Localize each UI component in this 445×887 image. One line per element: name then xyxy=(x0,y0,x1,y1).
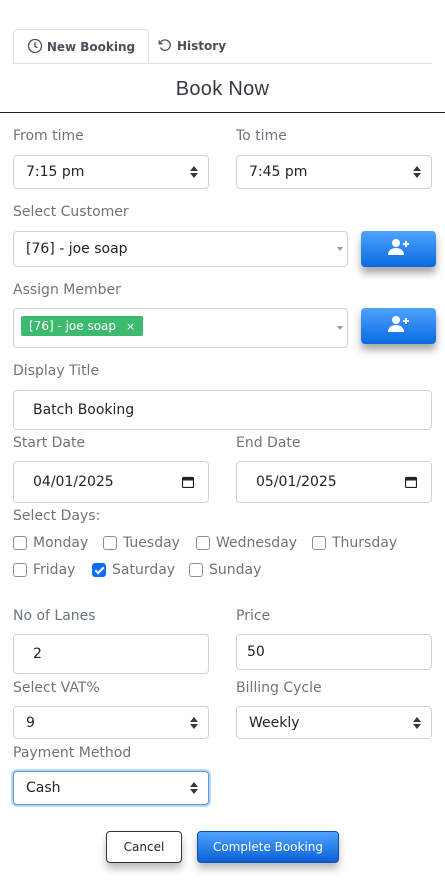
day-thursday-label: Thursday xyxy=(332,535,398,551)
billing-label: Billing Cycle xyxy=(236,680,322,696)
select-arrows-icon xyxy=(413,716,421,729)
days-label: Select Days: xyxy=(13,508,101,524)
add-user-icon xyxy=(387,238,410,260)
start-date-input[interactable]: 04/01/2025 xyxy=(13,461,209,503)
checkbox-tuesday[interactable] xyxy=(103,536,117,550)
add-user-icon xyxy=(387,315,410,337)
day-tuesday[interactable]: Tuesday xyxy=(103,535,180,551)
add-member-button[interactable] xyxy=(361,308,436,344)
day-saturday-label: Saturday xyxy=(112,562,176,578)
billing-value: Weekly xyxy=(249,714,300,731)
chevron-down-icon xyxy=(337,247,343,251)
payment-select[interactable]: Cash xyxy=(13,771,209,805)
lanes-input[interactable]: 2 xyxy=(13,634,209,674)
history-icon xyxy=(157,37,177,56)
add-customer-button[interactable] xyxy=(361,231,436,267)
customer-value: [76] - joe soap xyxy=(26,241,128,257)
display-title-input[interactable]: Batch Booking xyxy=(13,390,432,430)
end-date-input[interactable]: 05/01/2025 xyxy=(236,461,432,503)
display-title-value: Batch Booking xyxy=(33,402,135,418)
price-label: Price xyxy=(236,608,271,624)
chevron-down-icon xyxy=(337,326,343,330)
end-date-value: 05/01/2025 xyxy=(256,474,337,490)
billing-select[interactable]: Weekly xyxy=(236,706,432,739)
start-date-value: 04/01/2025 xyxy=(33,474,114,490)
from-time-select[interactable]: 7:15 pm xyxy=(13,155,209,189)
customer-select[interactable]: [76] - joe soap xyxy=(13,231,348,267)
checkbox-sunday[interactable] xyxy=(189,563,203,577)
day-friday-label: Friday xyxy=(33,562,76,578)
cancel-button[interactable]: Cancel xyxy=(106,831,182,863)
tab-new-booking-label: New Booking xyxy=(46,40,136,54)
clock-icon xyxy=(27,38,47,57)
calendar-icon[interactable] xyxy=(404,476,418,489)
day-wednesday[interactable]: Wednesday xyxy=(196,535,297,551)
select-arrows-icon xyxy=(413,166,421,178)
checkbox-wednesday[interactable] xyxy=(196,536,210,550)
select-arrows-icon xyxy=(190,716,198,729)
tab-history-label: History xyxy=(177,39,227,53)
page-title: Book Now xyxy=(175,78,270,100)
day-wednesday-label: Wednesday xyxy=(216,535,298,551)
tab-divider xyxy=(13,63,432,64)
day-monday-label: Monday xyxy=(33,535,89,551)
lanes-label: No of Lanes xyxy=(13,608,96,624)
start-date-label: Start Date xyxy=(13,435,86,451)
price-input[interactable]: 50 xyxy=(236,634,432,670)
to-time-label: To time xyxy=(236,128,287,144)
lanes-value: 2 xyxy=(33,646,42,662)
from-time-value: 7:15 pm xyxy=(26,164,85,180)
from-time-label: From time xyxy=(13,128,84,144)
to-time-select[interactable]: 7:45 pm xyxy=(236,155,432,189)
end-date-label: End Date xyxy=(236,435,301,451)
member-chip-label: [76] - joe soap xyxy=(29,319,117,333)
price-value: 50 xyxy=(247,644,265,660)
checkbox-thursday[interactable] xyxy=(312,536,326,550)
select-arrows-icon xyxy=(190,782,198,794)
to-time-value: 7:45 pm xyxy=(249,164,308,180)
title-divider xyxy=(0,112,445,113)
day-monday[interactable]: Monday xyxy=(13,535,88,551)
checkbox-saturday[interactable] xyxy=(92,563,106,577)
day-sunday-label: Sunday xyxy=(209,562,262,578)
vat-label: Select VAT% xyxy=(13,680,100,696)
tab-new-booking[interactable]: New Booking xyxy=(13,29,149,65)
day-tuesday-label: Tuesday xyxy=(123,535,180,551)
select-arrows-icon xyxy=(190,166,198,178)
day-saturday[interactable]: Saturday xyxy=(92,562,175,578)
payment-label: Payment Method xyxy=(13,745,132,761)
member-label: Assign Member xyxy=(13,282,121,298)
customer-label: Select Customer xyxy=(13,204,129,220)
day-sunday[interactable]: Sunday xyxy=(189,562,261,578)
member-chip: [76] - joe soap × xyxy=(21,316,144,336)
payment-value: Cash xyxy=(26,780,61,796)
calendar-icon[interactable] xyxy=(181,476,195,489)
chip-remove-icon[interactable]: × xyxy=(126,320,135,333)
day-friday[interactable]: Friday xyxy=(13,562,75,578)
vat-select[interactable]: 9 xyxy=(13,706,209,739)
complete-booking-button[interactable]: Complete Booking xyxy=(197,831,339,863)
day-thursday[interactable]: Thursday xyxy=(312,535,397,551)
checkbox-monday[interactable] xyxy=(13,536,27,550)
checkbox-friday[interactable] xyxy=(13,563,27,577)
vat-value: 9 xyxy=(26,714,35,731)
display-title-label: Display Title xyxy=(13,363,100,379)
tab-history[interactable]: History xyxy=(157,29,237,63)
